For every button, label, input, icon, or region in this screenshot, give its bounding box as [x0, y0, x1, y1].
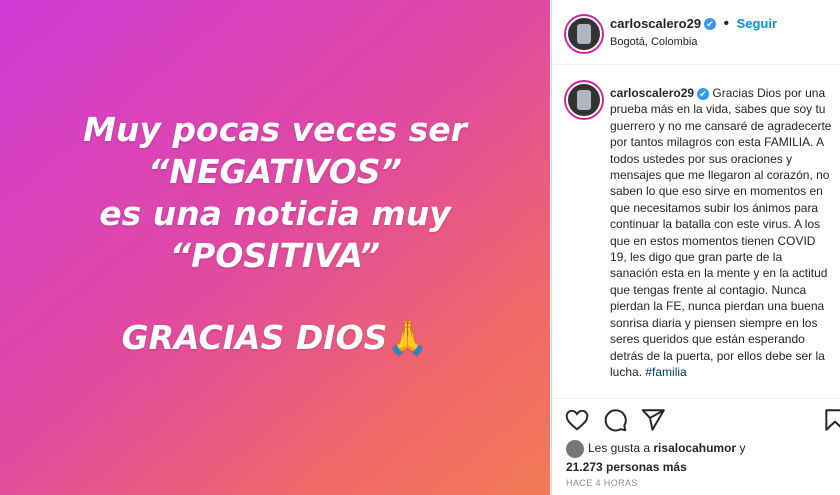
- instagram-post: Muy pocas veces ser “NEGATIVOS” es una n…: [0, 0, 840, 495]
- follow-button[interactable]: Seguir: [737, 16, 777, 31]
- liker-avatar: [566, 440, 584, 458]
- caption-body: carloscalero29 ✔ Gracias Dios por una pru…: [610, 85, 832, 380]
- post-image-text: Muy pocas veces ser “NEGATIVOS” es una n…: [83, 109, 467, 359]
- share-icon[interactable]: [640, 407, 666, 433]
- image-closing-text: GRACIAS DIOS: [121, 317, 388, 357]
- image-line-2: “NEGATIVOS”: [148, 151, 402, 191]
- likes-connector: y: [739, 441, 746, 456]
- caption-avatar[interactable]: [566, 82, 602, 118]
- likes-summary: Les gusta a risalocahumor y 21.273 perso…: [566, 440, 745, 474]
- likes-count[interactable]: 21.273 personas más: [566, 460, 745, 474]
- action-bar: [552, 398, 840, 439]
- hashtag-link[interactable]: #familia: [645, 365, 686, 379]
- caption-text: Gracias Dios por una prueba más en la vi…: [610, 86, 832, 379]
- comment-icon[interactable]: [602, 407, 628, 433]
- post-timestamp[interactable]: HACE 4 HORAS: [566, 478, 638, 488]
- separator-dot: •: [723, 15, 730, 32]
- header-username[interactable]: carloscalero29: [610, 16, 701, 31]
- praying-hands-emoji: 🙏: [387, 317, 429, 357]
- image-line-3: es una noticia muy: [99, 193, 451, 233]
- verified-icon: ✔: [704, 17, 717, 30]
- image-line-1: Muy pocas veces ser: [83, 109, 467, 149]
- post-image[interactable]: Muy pocas veces ser “NEGATIVOS” es una n…: [0, 0, 550, 495]
- liker-username[interactable]: risalocahumor: [653, 441, 736, 455]
- avatar[interactable]: [566, 16, 602, 52]
- image-closing: GRACIAS DIOS🙏: [83, 317, 467, 359]
- bookmark-icon[interactable]: [822, 407, 840, 433]
- post-header: carloscalero29 ✔ • Seguir Bogotá, Colombi…: [552, 0, 840, 65]
- location-link[interactable]: Bogotá, Colombia: [610, 36, 697, 48]
- header-user: carloscalero29 ✔ • Seguir: [610, 15, 777, 33]
- image-line-4: “POSITIVA”: [169, 235, 381, 275]
- caption-verified-icon: ✔: [697, 87, 710, 100]
- caption-username[interactable]: carloscalero29: [610, 86, 694, 100]
- caption-section: carloscalero29 ✔ Gracias Dios por una pru…: [552, 65, 840, 397]
- likes-prefix: Les gusta a: [588, 441, 651, 456]
- post-side-panel: carloscalero29 ✔ • Seguir Bogotá, Colombi…: [551, 0, 840, 495]
- heart-icon[interactable]: [564, 407, 590, 433]
